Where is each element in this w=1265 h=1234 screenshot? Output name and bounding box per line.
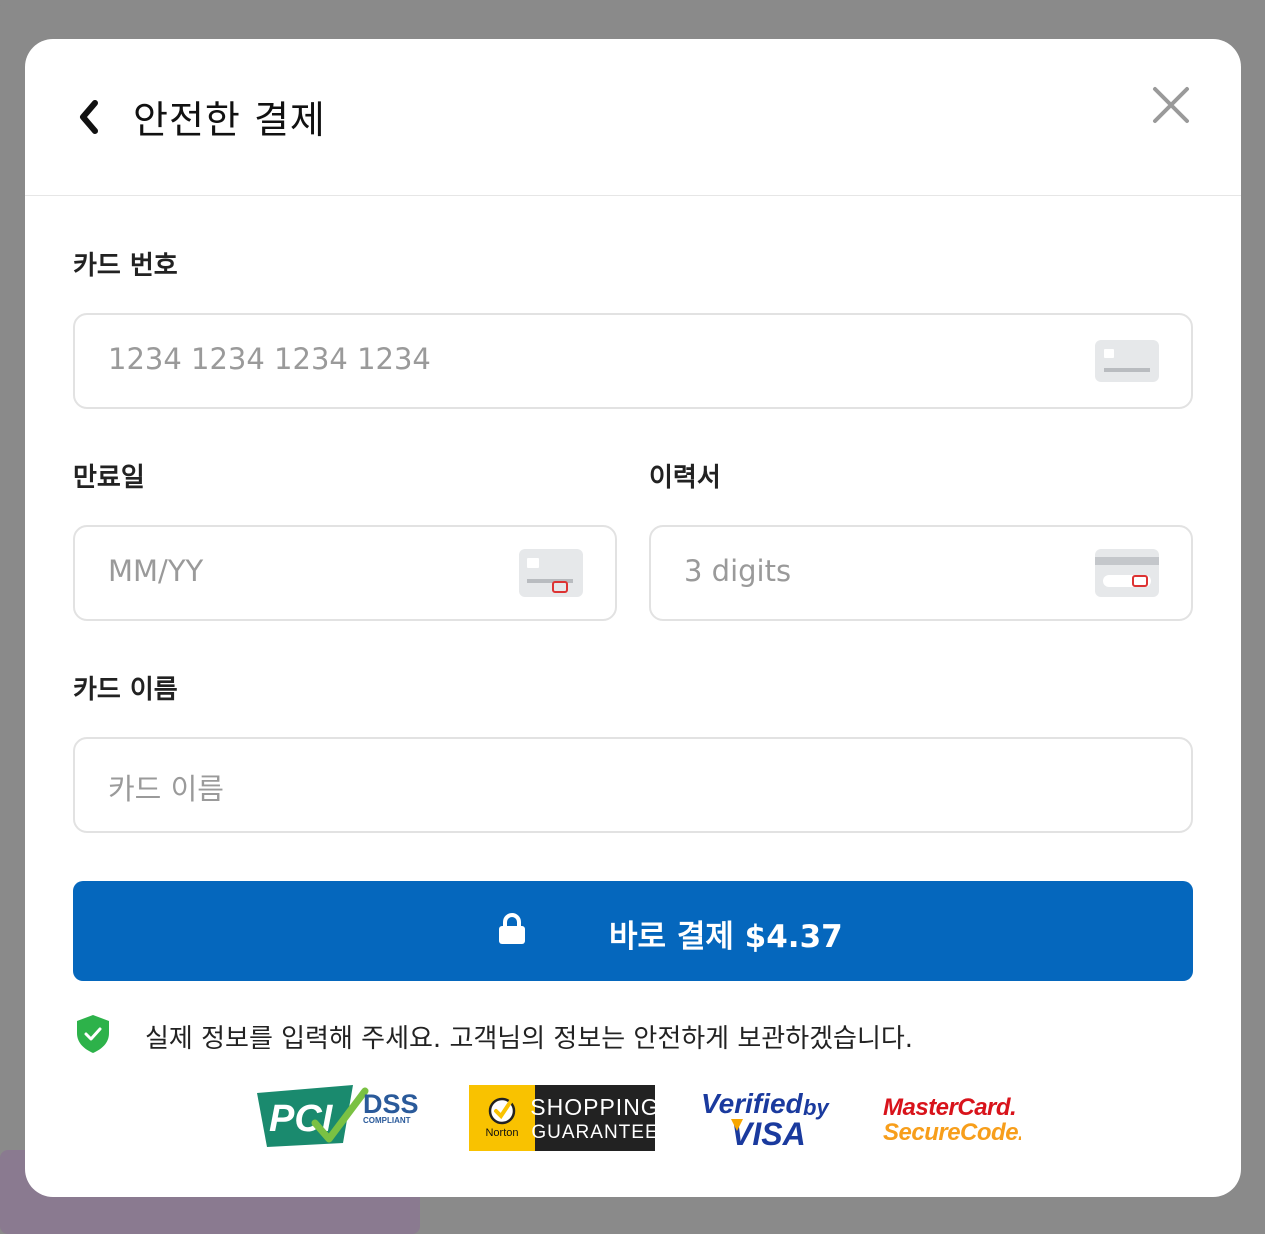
mastercard-text: MasterCard. [883,1094,1016,1121]
security-notice: 실제 정보를 입력해 주세요. 고객님의 정보는 안전하게 보관하겠습니다. [75,1014,1175,1054]
expiry-placeholder: MM/YY [108,554,204,588]
mastercard-securecode-badge: MasterCard. SecureCode. [883,1094,1021,1146]
cvc-label: 이력서 [649,463,721,493]
pay-now-button[interactable]: 바로 결제 $4.37 [73,881,1193,981]
pci-compliant-text: COMPLIANT [363,1116,411,1125]
norton-badge: Norton SHOPPING GUARANTEE [469,1085,655,1151]
card-name-placeholder: 카드 이름 [108,772,224,806]
page-title: 안전한 결제 [133,98,326,142]
pci-dss-text: DSS [363,1089,419,1119]
card-icon [1095,340,1159,382]
card-number-placeholder: 1234 1234 1234 1234 [108,342,431,376]
cvc-placeholder: 3 digits [684,554,792,588]
expiry-label: 만료일 [73,463,145,493]
card-expiry-icon [519,549,583,597]
securecode-text: SecureCode. [883,1119,1021,1146]
visa-text: VISA [731,1116,806,1152]
visa-verified-text: Verified [701,1088,804,1119]
shield-check-icon [77,1015,109,1053]
payment-modal: 안전한 결제 카드 번호 1234 1234 1234 1234 만료일 MM/… [25,39,1241,1197]
lock-icon [499,913,525,944]
close-icon [1153,87,1189,123]
verified-by-visa-badge: Verified by VISA [701,1088,830,1152]
norton-line1-text: SHOPPING [530,1094,655,1120]
pci-dss-badge: PCI DSS COMPLIANT [257,1085,419,1147]
norton-line2-text: GUARANTEE [531,1122,655,1143]
back-button[interactable] [73,97,105,137]
card-name-field[interactable]: 카드 이름 [73,737,1193,833]
visa-by-text: by [803,1095,830,1120]
close-button[interactable] [1151,85,1191,125]
modal-header: 안전한 결제 [25,39,1241,196]
card-back-icon [1095,549,1159,597]
cvc-field[interactable]: 3 digits [649,525,1193,621]
norton-brand-text: Norton [485,1127,518,1139]
trust-badges: PCI DSS COMPLIANT Norton SHOPPING GUARAN… [25,1083,1241,1155]
security-notice-text: 실제 정보를 입력해 주세요. 고객님의 정보는 안전하게 보관하겠습니다. [145,1024,914,1054]
chevron-left-icon [80,100,98,134]
card-name-label: 카드 이름 [73,675,178,705]
card-number-label: 카드 번호 [73,251,178,281]
card-number-field[interactable]: 1234 1234 1234 1234 [73,313,1193,409]
pay-button-label: 바로 결제 $4.37 [609,919,843,955]
expiry-field[interactable]: MM/YY [73,525,617,621]
